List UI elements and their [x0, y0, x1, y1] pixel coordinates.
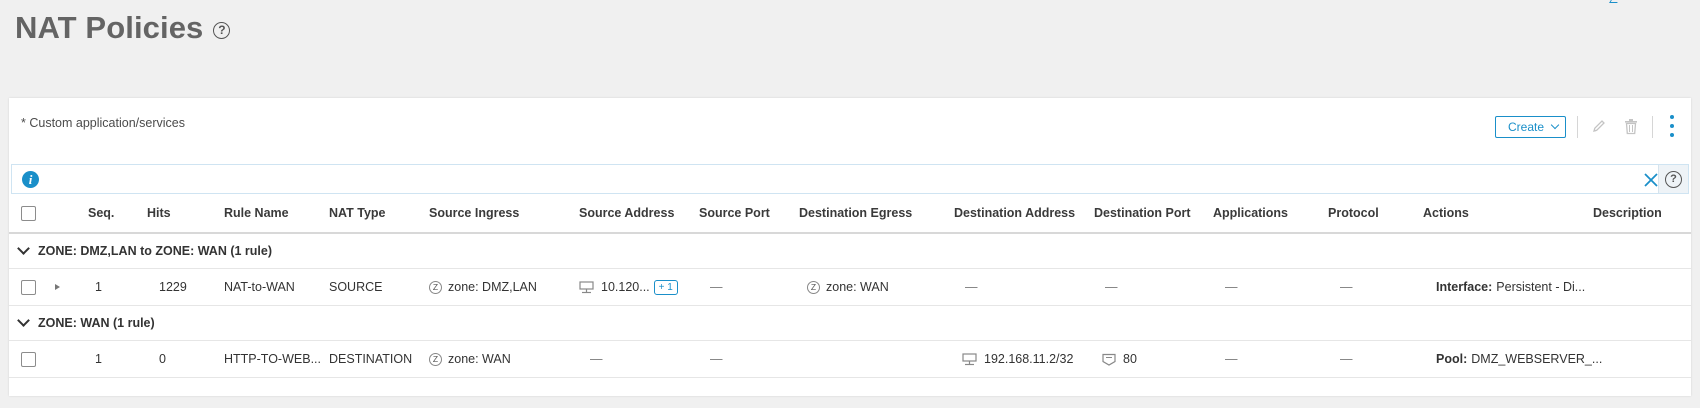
expand-row-icon[interactable]	[55, 269, 60, 305]
action-value: DMZ_WEBSERVER_...	[1471, 352, 1603, 366]
destination-port-cell: 80	[1102, 341, 1137, 377]
delete-trash-icon[interactable]	[1619, 114, 1643, 138]
toolbar: * Custom application/services Create	[9, 98, 1691, 164]
select-all-cell	[21, 194, 36, 232]
column-header-hits[interactable]: Hits	[147, 194, 171, 232]
zone-icon: Z	[807, 280, 820, 294]
destination-port-cell: —	[1105, 280, 1118, 294]
action-value: Persistent - Di...	[1496, 280, 1586, 294]
network-monitor-icon	[962, 352, 977, 366]
zone-icon: Z	[429, 280, 442, 294]
column-header-source-address[interactable]: Source Address	[579, 194, 674, 232]
destination-egress-value: zone: WAN	[826, 280, 889, 294]
source-port-cell: —	[710, 280, 723, 294]
page-title: NAT Policies	[15, 10, 204, 45]
toolbar-divider	[1577, 116, 1578, 138]
table-row[interactable]: 1 0 HTTP-TO-WEB... DESTINATION Z zone: W…	[9, 341, 1691, 378]
info-help-button[interactable]: ?	[1658, 165, 1688, 193]
hits-cell: 0	[159, 352, 166, 366]
service-port-icon	[1102, 353, 1116, 366]
group-title: ZONE: WAN (1 rule)	[38, 316, 155, 330]
action-label: Interface:	[1436, 280, 1493, 294]
more-addresses-badge[interactable]: + 1	[653, 279, 678, 295]
source-ingress-value: zone: DMZ,LAN	[448, 280, 537, 294]
seq-cell: 1	[95, 352, 102, 366]
group-collapse-chevron-icon[interactable]	[17, 306, 30, 340]
custom-services-note: * Custom application/services	[21, 116, 185, 130]
more-options-icon[interactable]	[1669, 115, 1675, 137]
nat-policies-table: Seq. Hits Rule Name NAT Type Source Ingr…	[9, 194, 1691, 378]
row-select-cell	[21, 269, 36, 305]
info-icon[interactable]: i	[22, 171, 39, 188]
group-collapse-chevron-icon[interactable]	[17, 234, 30, 268]
column-header-actions[interactable]: Actions	[1423, 194, 1469, 232]
column-header-applications[interactable]: Applications	[1213, 194, 1288, 232]
toolbar-divider	[1652, 116, 1653, 138]
rule-name-cell[interactable]: HTTP-TO-WEB...	[224, 341, 321, 377]
protocol-cell: —	[1340, 352, 1353, 366]
column-header-source-ingress[interactable]: Source Ingress	[429, 194, 519, 232]
source-ingress-cell: Z zone: WAN	[429, 341, 511, 377]
source-ingress-cell: Z zone: DMZ,LAN	[429, 269, 537, 305]
applications-cell: —	[1225, 280, 1238, 294]
actions-cell: Interface: Persistent - Di...	[1436, 269, 1585, 305]
rule-name-cell[interactable]: NAT-to-WAN	[224, 269, 295, 305]
seq-cell: 1	[95, 280, 102, 294]
table-row[interactable]: 1 1229 NAT-to-WAN SOURCE Z zone: DMZ,LAN…	[9, 269, 1691, 306]
source-address-value: 10.120...	[601, 280, 650, 294]
applications-cell: —	[1225, 352, 1238, 366]
column-header-protocol[interactable]: Protocol	[1328, 194, 1379, 232]
select-all-checkbox[interactable]	[21, 205, 36, 221]
corner-check-mark	[1609, 0, 1619, 3]
destination-port-value: 80	[1123, 352, 1137, 366]
destination-address-cell: —	[965, 280, 978, 294]
table-header-row: Seq. Hits Rule Name NAT Type Source Ingr…	[9, 194, 1691, 234]
destination-address-cell: 192.168.11.2/32	[962, 341, 1073, 377]
protocol-cell: —	[1340, 280, 1353, 294]
group-header-row[interactable]: ZONE: WAN (1 rule)	[9, 306, 1691, 341]
source-address-cell: —	[590, 352, 603, 366]
help-icon[interactable]: ?	[213, 21, 231, 39]
row-checkbox[interactable]	[21, 351, 36, 367]
column-header-destination-port[interactable]: Destination Port	[1094, 194, 1191, 232]
column-header-nat-type[interactable]: NAT Type	[329, 194, 385, 232]
nat-policies-panel: * Custom application/services Create i ?…	[9, 98, 1691, 396]
nat-type-cell: SOURCE	[329, 280, 383, 294]
column-header-rule-name[interactable]: Rule Name	[224, 194, 289, 232]
row-select-cell	[21, 341, 36, 377]
source-ingress-value: zone: WAN	[448, 352, 511, 366]
column-header-seq[interactable]: Seq.	[88, 194, 114, 232]
column-header-destination-egress[interactable]: Destination Egress	[799, 194, 912, 232]
column-header-destination-address[interactable]: Destination Address	[954, 194, 1075, 232]
destination-egress-cell: Z zone: WAN	[807, 269, 889, 305]
column-header-description[interactable]: Description	[1593, 194, 1662, 232]
chevron-down-icon	[1550, 120, 1560, 130]
row-checkbox[interactable]	[21, 279, 36, 295]
column-header-source-port[interactable]: Source Port	[699, 194, 770, 232]
page-header: NAT Policies ?	[15, 10, 231, 46]
zone-icon: Z	[429, 352, 442, 366]
create-button[interactable]: Create	[1495, 116, 1566, 138]
create-button-label: Create	[1508, 120, 1545, 134]
action-label: Pool:	[1436, 352, 1468, 366]
hits-cell: 1229	[159, 280, 187, 294]
network-monitor-icon	[579, 280, 594, 294]
info-bar: i ?	[11, 164, 1689, 194]
group-title: ZONE: DMZ,LAN to ZONE: WAN (1 rule)	[38, 244, 273, 258]
edit-pencil-icon[interactable]	[1587, 114, 1611, 138]
nat-type-cell: DESTINATION	[329, 352, 413, 366]
actions-cell: Pool: DMZ_WEBSERVER_...	[1436, 341, 1602, 377]
source-port-cell: —	[710, 352, 723, 366]
source-address-cell: 10.120... + 1	[579, 269, 678, 305]
group-header-row[interactable]: ZONE: DMZ,LAN to ZONE: WAN (1 rule)	[9, 234, 1691, 269]
help-icon: ?	[1665, 170, 1682, 188]
destination-address-value: 192.168.11.2/32	[984, 352, 1074, 366]
